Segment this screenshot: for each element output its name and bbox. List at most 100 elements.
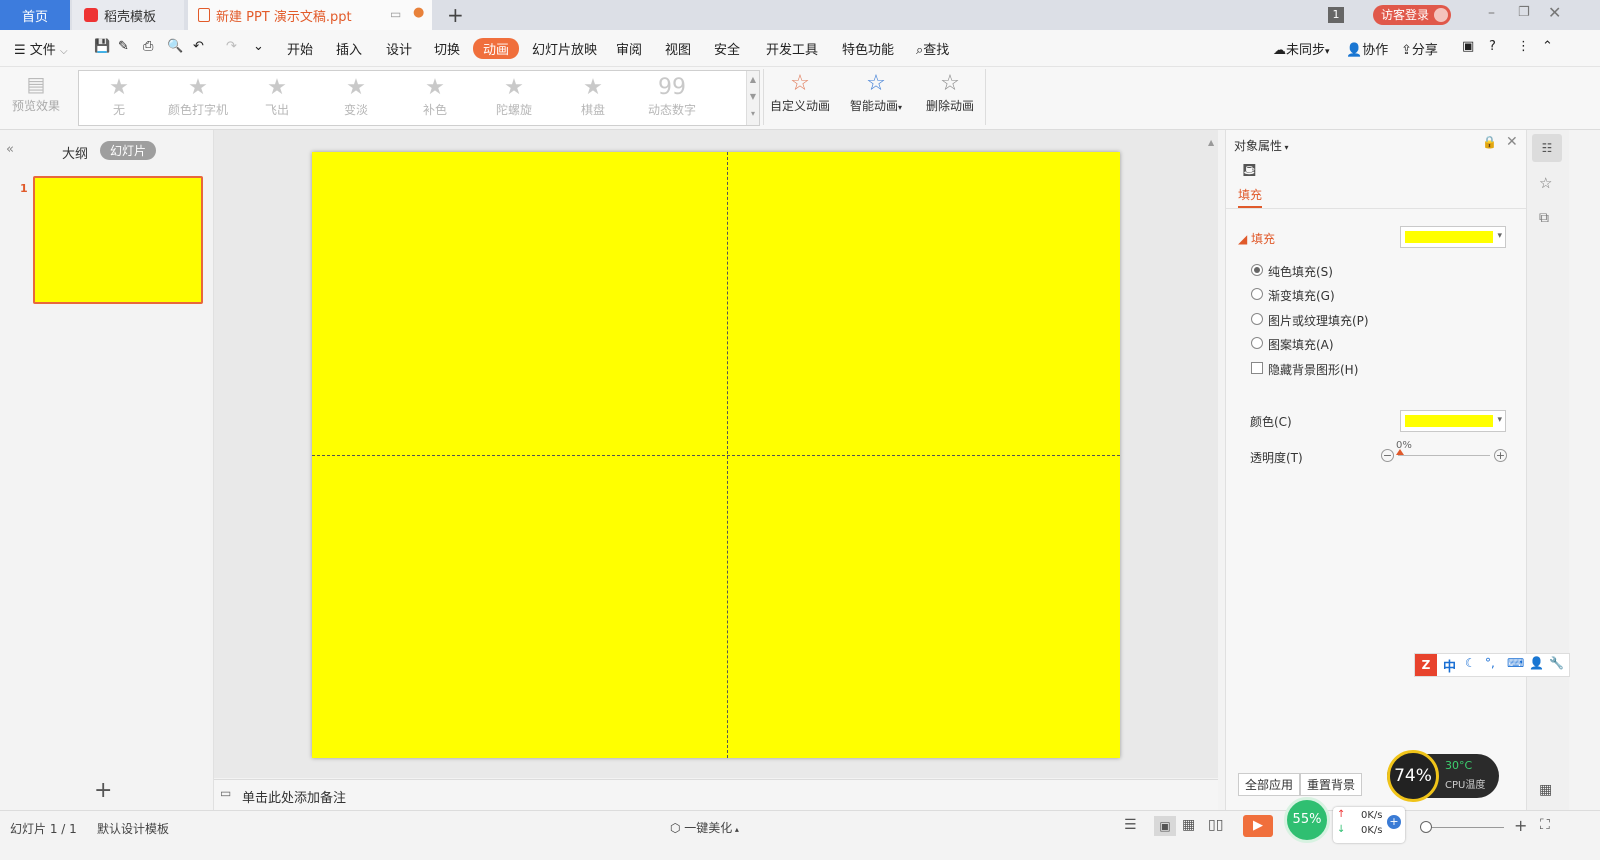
format-painter-icon[interactable]: ✎ [118, 39, 129, 54]
menu-security[interactable]: 安全 [714, 39, 740, 58]
search-button[interactable]: ⌕查找 [916, 39, 949, 58]
minimize-icon[interactable]: – [1488, 5, 1495, 21]
menu-features[interactable]: 特色功能 [842, 39, 894, 58]
reset-background-button[interactable]: 重置背景 [1300, 773, 1363, 796]
print-icon[interactable]: ⎙ [143, 39, 153, 54]
close-window-icon[interactable]: ✕ [1548, 3, 1561, 22]
increase-transparency-button[interactable]: + [1494, 449, 1507, 462]
menu-start[interactable]: 开始 [287, 39, 313, 58]
decrease-transparency-button[interactable]: − [1381, 449, 1394, 462]
cube-icon[interactable]: ▣ [1462, 39, 1474, 54]
zoom-slider-handle[interactable] [1420, 821, 1432, 833]
print-preview-icon[interactable]: 🔍 [167, 39, 183, 54]
design-template[interactable]: 默认设计模板 [97, 820, 169, 837]
apply-all-button[interactable]: 全部应用 [1238, 773, 1301, 796]
redo-icon[interactable]: ↷ [226, 39, 237, 54]
animation-fade[interactable]: ★ 变淡 [316, 75, 396, 118]
notes-area[interactable]: ▭ 单击此处添加备注 [214, 779, 1218, 810]
add-icon[interactable]: + [1387, 815, 1401, 829]
animation-complementary[interactable]: ★ 补色 [395, 75, 475, 118]
sync-button[interactable]: ☁未同步▾ [1273, 39, 1330, 58]
collab-button[interactable]: 👤协作 [1346, 39, 1388, 58]
speed-meter[interactable]: 55% [1284, 797, 1330, 843]
animation-checkerboard[interactable]: ★ 棋盘 [553, 75, 633, 118]
gallery-scrollbar[interactable]: ▲ ▼ ▾ [746, 71, 759, 125]
menu-developer[interactable]: 开发工具 [766, 39, 818, 58]
solid-fill-radio[interactable] [1251, 264, 1263, 276]
moon-icon[interactable]: ☾ [1465, 656, 1476, 670]
fill-color-picker[interactable]: ▾ [1400, 226, 1506, 248]
slide-sorter-icon[interactable]: ▦ [1182, 817, 1195, 833]
file-menu[interactable]: ☰ 文件 ⌵ [14, 39, 68, 58]
animation-pane-icon[interactable]: ☆ [1539, 174, 1552, 192]
horizontal-guide[interactable] [312, 455, 1120, 456]
more-icon[interactable]: ⋮ [1517, 39, 1530, 54]
tab-slides[interactable]: 幻灯片 [100, 141, 157, 160]
play-slideshow-button[interactable]: ▶ [1243, 815, 1273, 837]
collapse-ribbon-icon[interactable]: ⌃ [1542, 39, 1553, 54]
notes-toggle-icon[interactable]: ☰ [1124, 817, 1137, 833]
fit-window-icon[interactable]: ⛶ [1540, 817, 1550, 833]
normal-view-icon[interactable]: ▣ [1154, 816, 1176, 836]
selection-pane-icon[interactable]: ⧉ [1539, 210, 1549, 226]
animation-dynamic-number[interactable]: 99 动态数字 [632, 75, 712, 118]
hide-background-checkbox[interactable] [1251, 362, 1263, 374]
reading-view-icon[interactable]: ▯▯ [1208, 817, 1223, 833]
custom-animation-button[interactable]: ☆ 自定义动画 [768, 71, 832, 114]
tab-outline[interactable]: 大纲 [62, 143, 88, 162]
tab-template[interactable]: 稻壳模板 [72, 0, 184, 30]
pattern-fill-radio[interactable] [1251, 337, 1263, 349]
settings-wrench-icon[interactable]: 🔧 [1549, 656, 1564, 670]
slide[interactable] [312, 152, 1120, 758]
properties-icon[interactable]: ☷ [1532, 134, 1562, 162]
help-icon[interactable]: ? [1489, 39, 1496, 54]
tab-fill[interactable]: 填充 [1238, 186, 1263, 208]
zoom-in-icon[interactable]: + [1514, 816, 1527, 835]
user-icon[interactable]: 👤 [1529, 656, 1544, 670]
grid-icon[interactable]: ▦ [1539, 782, 1552, 798]
picture-fill-radio[interactable] [1251, 313, 1263, 325]
menu-review[interactable]: 审阅 [616, 39, 642, 58]
slider-handle[interactable] [1396, 449, 1404, 455]
animation-none[interactable]: ★ 无 [79, 75, 159, 118]
keyboard-icon[interactable]: ⌨ [1507, 656, 1524, 670]
animation-fly-out[interactable]: ★ 飞出 [237, 75, 317, 118]
add-slide-button[interactable]: + [94, 778, 112, 803]
menu-design[interactable]: 设计 [386, 39, 412, 58]
menu-transition[interactable]: 切换 [434, 39, 460, 58]
lock-icon[interactable]: 🔒 [1482, 135, 1497, 149]
delete-animation-button[interactable]: ☆ 删除动画 [924, 71, 976, 114]
slide-thumbnail[interactable] [33, 176, 203, 304]
window-count-badge[interactable]: 1 [1328, 7, 1344, 23]
menu-insert[interactable]: 插入 [336, 39, 362, 58]
menu-slideshow[interactable]: 幻灯片放映 [532, 39, 597, 58]
menu-view[interactable]: 视图 [665, 39, 691, 58]
fill-section-header[interactable]: ◢ 填充 [1238, 230, 1275, 247]
beautify-button[interactable]: ⬡ 一键美化 ▴ [670, 819, 739, 836]
preview-button[interactable]: ▤ 预览效果 [10, 71, 62, 114]
tab-home[interactable]: 首页 [0, 0, 70, 30]
menu-animation[interactable]: 动画 [473, 38, 520, 59]
ime-chinese-mode[interactable]: 中 [1443, 656, 1456, 675]
scroll-up-icon[interactable]: ▲ [1208, 138, 1214, 147]
cpu-monitor-widget[interactable]: 74% 30°C CPU温度 [1387, 750, 1499, 802]
login-button[interactable]: 访客登录 [1373, 5, 1451, 25]
save-icon[interactable]: 💾 [94, 39, 110, 54]
tab-document[interactable]: 新建 PPT 演示文稿.ppt ▭ ● [188, 0, 432, 30]
animation-spin[interactable]: ★ 陀螺旋 [474, 75, 554, 118]
gradient-fill-radio[interactable] [1251, 288, 1263, 300]
new-tab-button[interactable]: + [447, 3, 464, 27]
smart-animation-button[interactable]: ☆ 智能动画▾ [846, 71, 906, 114]
share-button[interactable]: ⇪分享 [1401, 39, 1438, 58]
ime-logo-icon[interactable]: Z [1415, 654, 1437, 676]
punctuation-icon[interactable]: °, [1485, 656, 1495, 670]
monitor-icon[interactable]: ▭ [390, 7, 401, 21]
quick-access-dropdown-icon[interactable]: ⌄ [253, 39, 264, 54]
animation-typewriter[interactable]: ★ 颜色打字机 [158, 75, 238, 118]
panel-title[interactable]: 对象属性 ▾ [1234, 137, 1289, 154]
undo-icon[interactable]: ↶ [193, 39, 204, 54]
color-picker[interactable]: ▾ [1400, 410, 1506, 432]
close-panel-icon[interactable]: ✕ [1506, 134, 1518, 150]
transparency-slider[interactable] [1398, 455, 1490, 456]
zoom-slider[interactable] [1420, 827, 1504, 828]
